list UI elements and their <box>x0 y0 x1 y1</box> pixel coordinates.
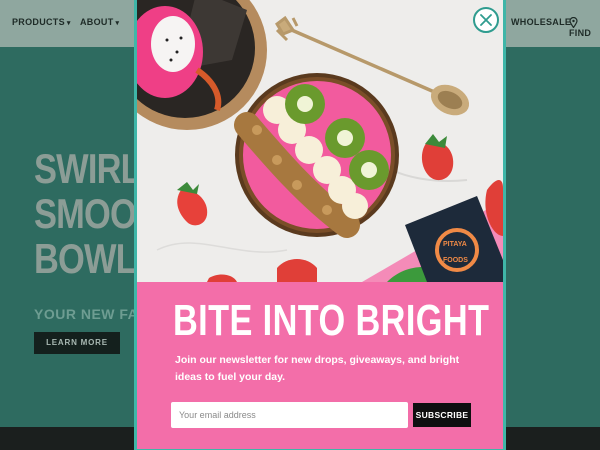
photo-illustration: PITAYA FOODS <box>137 0 503 282</box>
close-icon <box>480 14 492 26</box>
nav-products[interactable]: PRODUCTS ▾ <box>12 17 71 27</box>
nav-about-label: ABOUT <box>80 17 114 27</box>
hero-title-line: SWIRL <box>34 145 142 192</box>
modal-headline: BITE INTO BRIGHT <box>173 296 490 345</box>
subscribe-button[interactable]: SUBSCRIBE <box>413 403 471 427</box>
hero-title-line: BOWLS <box>34 235 159 282</box>
location-pin-icon <box>569 16 578 29</box>
product-pack-text: FOODS <box>443 257 468 264</box>
newsletter-modal: PITAYA FOODS BITE INTO BRIGHT Join our n… <box>134 0 506 450</box>
nav-products-label: PRODUCTS <box>12 17 65 27</box>
nav-find-label: FIND <box>569 28 592 38</box>
smoothie-bowl-photo: PITAYA FOODS <box>137 0 503 282</box>
nav-wholesale-label: WHOLESALE <box>511 17 572 27</box>
email-field[interactable] <box>171 402 408 428</box>
chevron-down-icon: ▾ <box>115 20 120 27</box>
modal-description: Join our newsletter for new drops, givea… <box>175 354 460 383</box>
close-button[interactable] <box>473 7 499 33</box>
learn-more-button[interactable]: LEARN MORE <box>34 332 120 354</box>
hero-title: SWIRL SMOOT BOWLS <box>34 145 159 282</box>
hero-title-line: SMOOT <box>34 190 157 237</box>
chevron-down-icon: ▾ <box>66 20 71 27</box>
nav-about[interactable]: ABOUT ▾ <box>80 17 119 27</box>
hero-subtitle: YOUR NEW FA <box>34 306 139 322</box>
nav-wholesale[interactable]: WHOLESALE <box>511 17 571 27</box>
nav-find[interactable]: FIND <box>569 16 600 38</box>
product-pack-text: PITAYA <box>443 241 467 248</box>
